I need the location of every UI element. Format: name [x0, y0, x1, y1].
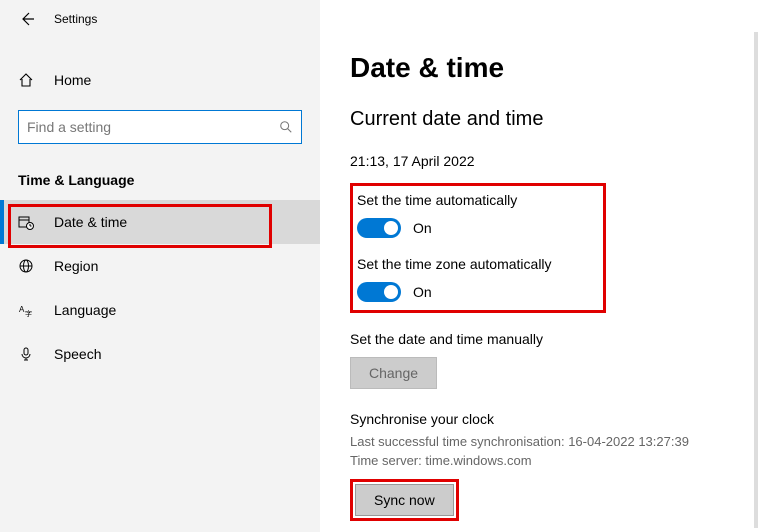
sync-section: Synchronise your clock Last successful t…	[350, 411, 730, 521]
manual-label: Set the date and time manually	[350, 331, 730, 347]
page-heading: Date & time	[350, 52, 730, 84]
annotation-toggles-highlight: Set the time automatically On Set the ti…	[350, 183, 606, 313]
svg-text:字: 字	[25, 309, 32, 318]
back-button[interactable]	[18, 10, 36, 28]
auto-zone-toggle[interactable]	[357, 282, 401, 302]
search-icon	[279, 120, 293, 134]
auto-zone-state: On	[413, 284, 432, 300]
nav-home[interactable]: Home	[0, 60, 320, 100]
setting-manual: Set the date and time manually Change	[350, 331, 730, 389]
nav-region-label: Region	[54, 258, 98, 274]
window-title: Settings	[54, 12, 97, 26]
search-container	[18, 110, 302, 144]
scrollbar[interactable]	[754, 32, 758, 528]
setting-auto-zone: Set the time zone automatically On	[357, 256, 595, 302]
search-box[interactable]	[18, 110, 302, 144]
nav-speech[interactable]: Speech	[0, 332, 320, 376]
calendar-clock-icon	[18, 214, 36, 230]
nav-language[interactable]: A字 Language	[0, 288, 320, 332]
annotation-sync-highlight: Sync now	[350, 479, 459, 521]
sync-now-button[interactable]: Sync now	[355, 484, 454, 516]
sync-last: Last successful time synchronisation: 16…	[350, 433, 730, 452]
main-panel: Date & time Current date and time 21:13,…	[320, 0, 760, 532]
auto-time-state: On	[413, 220, 432, 236]
sync-title: Synchronise your clock	[350, 411, 730, 427]
globe-icon	[18, 258, 36, 274]
current-datetime: 21:13, 17 April 2022	[350, 153, 730, 169]
nav-date-time[interactable]: Date & time	[0, 200, 320, 244]
sidebar: Settings Home Time & Language Date & tim…	[0, 0, 320, 532]
auto-time-label: Set the time automatically	[357, 192, 595, 208]
auto-time-toggle[interactable]	[357, 218, 401, 238]
section-title: Time & Language	[18, 172, 320, 188]
nav-language-label: Language	[54, 302, 116, 318]
sync-server: Time server: time.windows.com	[350, 452, 730, 471]
home-icon	[18, 72, 36, 88]
auto-zone-label: Set the time zone automatically	[357, 256, 595, 272]
language-icon: A字	[18, 302, 36, 318]
nav-speech-label: Speech	[54, 346, 101, 362]
titlebar: Settings	[0, 0, 320, 38]
page-subheading: Current date and time	[350, 108, 730, 131]
change-button: Change	[350, 357, 437, 389]
microphone-icon	[18, 346, 36, 362]
search-input[interactable]	[27, 119, 279, 135]
nav-home-label: Home	[54, 72, 91, 88]
nav-region[interactable]: Region	[0, 244, 320, 288]
setting-auto-time: Set the time automatically On	[357, 192, 595, 238]
nav-date-time-label: Date & time	[54, 214, 127, 230]
